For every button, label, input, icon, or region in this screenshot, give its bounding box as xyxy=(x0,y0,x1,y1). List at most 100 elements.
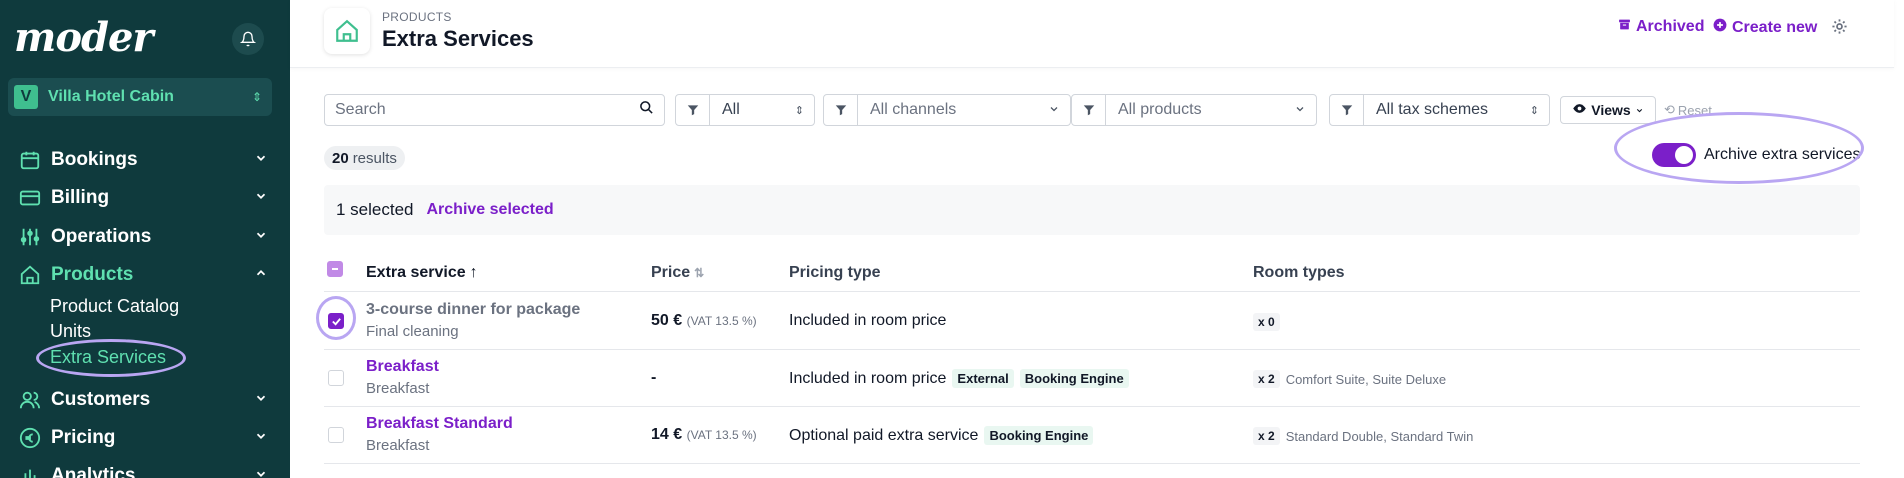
extra-service-name[interactable]: Breakfast xyxy=(366,358,439,376)
selected-count: 1 selected xyxy=(336,200,414,219)
pricing-type-cell: Included in room price xyxy=(789,312,946,330)
nav-bookings[interactable]: Bookings xyxy=(18,145,268,175)
channel-chip: External xyxy=(952,369,1014,388)
pricing-type-cell: Optional paid extra service Booking Engi… xyxy=(789,426,1094,445)
nav-operations[interactable]: Operations xyxy=(18,222,268,252)
price-cell: - xyxy=(651,369,656,387)
room-types-cell: x 2 Comfort Suite, Suite Deluxe xyxy=(1253,370,1446,388)
plus-circle-icon xyxy=(1713,18,1727,37)
chevron-down-icon xyxy=(1048,103,1070,118)
nav-analytics[interactable]: Analytics xyxy=(18,461,268,478)
create-new-button[interactable]: Create new xyxy=(1713,18,1817,37)
column-label: Pricing type xyxy=(789,264,881,281)
search-icon[interactable] xyxy=(639,100,654,120)
products-filter[interactable]: All products xyxy=(1071,94,1317,126)
table-row[interactable]: Breakfast Breakfast - Included in room p… xyxy=(324,350,1860,407)
price-value: - xyxy=(651,369,657,386)
users-icon xyxy=(18,388,42,412)
room-types-list: Standard Double, Standard Twin xyxy=(1285,428,1474,444)
views-button[interactable]: Views xyxy=(1560,96,1656,124)
archived-link[interactable]: Archived xyxy=(1618,18,1704,36)
column-extra-service[interactable]: Extra service ↑ xyxy=(366,264,478,282)
nav-pricing[interactable]: Pricing xyxy=(18,423,268,453)
nav-label: Pricing xyxy=(51,427,116,448)
price-cell: 50 € (VAT 13.5 %) xyxy=(651,312,757,330)
vat-note: (VAT 13.5 %) xyxy=(686,428,757,442)
chevron-up-icon xyxy=(254,264,268,286)
views-label: Views xyxy=(1591,102,1631,118)
products-filter-value: All products xyxy=(1118,101,1202,118)
hotel-selector[interactable]: V Villa Hotel Cabin ⇕ xyxy=(8,78,272,116)
table-row[interactable]: Breakfast Standard Breakfast 14 € (VAT 1… xyxy=(324,407,1860,464)
chevron-updown-icon: ⇕ xyxy=(794,104,804,117)
tax-scheme-filter[interactable]: All tax schemes ⇕ xyxy=(1329,94,1550,126)
archive-icon xyxy=(1618,18,1631,36)
chevron-down-icon xyxy=(1635,102,1644,118)
select-all-checkbox[interactable] xyxy=(327,261,343,277)
channels-filter[interactable]: All channels xyxy=(823,94,1071,126)
chevron-down-icon xyxy=(1294,103,1316,118)
breadcrumb[interactable]: PRODUCTS xyxy=(382,10,452,24)
filter-icon xyxy=(676,95,710,125)
calendar-icon xyxy=(18,148,42,172)
column-price[interactable]: Price ⇅ xyxy=(651,264,704,282)
extra-service-subtitle: Breakfast xyxy=(366,380,430,397)
extra-service-cell: Breakfast Breakfast xyxy=(366,358,439,397)
nav-customers[interactable]: Customers xyxy=(18,385,268,415)
column-pricing-type: Pricing type xyxy=(789,264,881,282)
search-field[interactable] xyxy=(324,94,665,126)
room-types-list: Comfort Suite, Suite Deluxe xyxy=(1285,371,1447,387)
tax-scheme-filter-value: All tax schemes xyxy=(1376,101,1489,118)
highlight-circle xyxy=(316,296,356,340)
status-filter-value: All xyxy=(722,101,740,118)
sort-icon: ⇅ xyxy=(694,266,705,280)
highlight-circle xyxy=(36,339,186,377)
filter-icon xyxy=(824,95,858,125)
column-label: Price xyxy=(651,264,691,281)
channel-chip: Booking Engine xyxy=(1019,369,1129,388)
products-home-icon xyxy=(324,8,370,54)
chevron-down-icon xyxy=(254,187,268,209)
column-label: Extra service xyxy=(366,264,466,281)
nav-label: Customers xyxy=(51,389,151,410)
chevron-updown-icon: ⇕ xyxy=(251,90,262,104)
sort-asc-icon: ↑ xyxy=(469,264,478,281)
row-checkbox[interactable] xyxy=(328,370,344,386)
nav-label: Billing xyxy=(51,187,110,208)
nav-label: Products xyxy=(51,264,134,285)
channels-filter-value: All channels xyxy=(870,101,957,118)
nav-units[interactable]: Units xyxy=(50,321,91,342)
price-cell: 14 € (VAT 13.5 %) xyxy=(651,426,757,444)
results-label: results xyxy=(352,149,397,167)
extra-service-subtitle: Final cleaning xyxy=(366,323,459,340)
nav-product-catalog[interactable]: Product Catalog xyxy=(50,296,179,317)
selection-bar: 1 selected Archive selected xyxy=(324,185,1860,235)
hotel-name: Villa Hotel Cabin xyxy=(48,88,174,105)
status-filter[interactable]: All ⇕ xyxy=(675,94,815,126)
highlight-circle xyxy=(1614,112,1864,184)
eye-icon xyxy=(1572,101,1587,119)
archive-selected-button[interactable]: Archive selected xyxy=(427,201,554,219)
extra-service-name[interactable]: Breakfast Standard xyxy=(366,415,513,433)
nav-products[interactable]: Products xyxy=(18,260,268,290)
nav-billing[interactable]: Billing xyxy=(18,183,268,213)
column-room-types: Room types xyxy=(1253,264,1345,282)
search-input[interactable] xyxy=(335,101,639,119)
pricing-type-value: Included in room price xyxy=(789,369,947,387)
filter-icon xyxy=(1072,95,1106,125)
results-count-badge: 20 results xyxy=(324,146,405,170)
create-new-label: Create new xyxy=(1732,18,1818,36)
page-title: Extra Services xyxy=(382,26,534,51)
chart-icon xyxy=(18,464,42,478)
row-checkbox[interactable] xyxy=(328,427,344,443)
notifications-bell-icon[interactable] xyxy=(232,23,264,55)
filter-icon xyxy=(1330,95,1364,125)
extra-service-name[interactable]: 3-course dinner for package xyxy=(366,301,580,319)
table-row[interactable]: 3-course dinner for package Final cleani… xyxy=(316,293,1860,350)
chevron-down-icon xyxy=(254,465,268,478)
gear-icon[interactable] xyxy=(1831,18,1848,40)
table-header: Extra service ↑ Price ⇅ Pricing type Roo… xyxy=(324,256,1860,292)
price-value: 14 € xyxy=(651,426,683,443)
billing-icon xyxy=(18,186,42,210)
room-count-badge: x 0 xyxy=(1253,313,1280,331)
